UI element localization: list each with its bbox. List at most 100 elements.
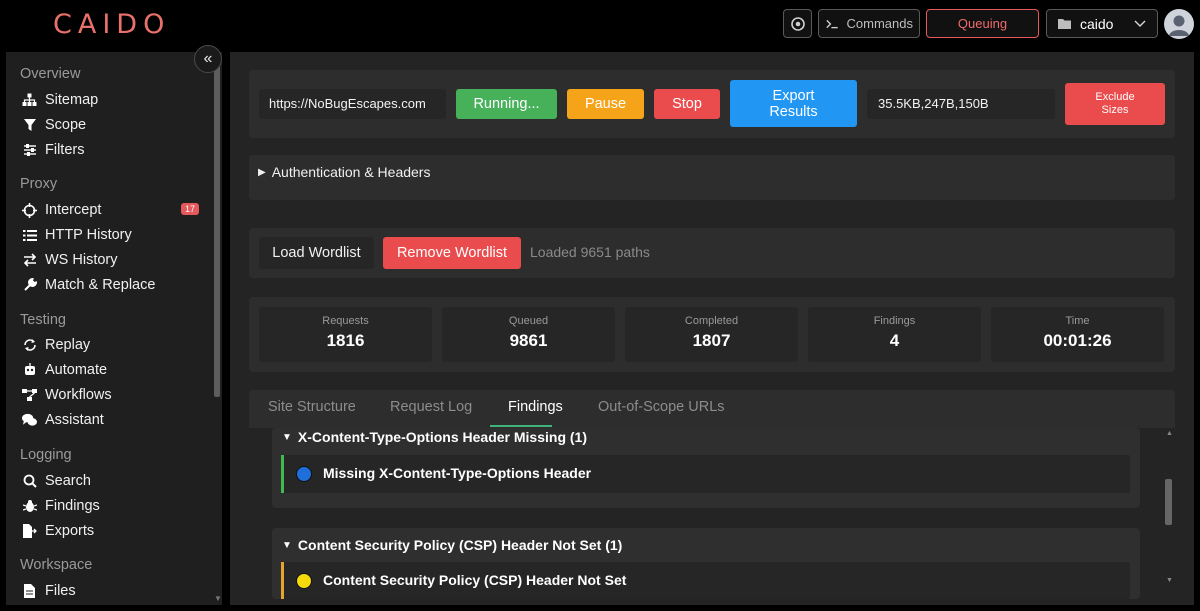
active-tab-indicator xyxy=(490,425,552,427)
section-testing: Testing xyxy=(20,312,66,328)
finding-title: Content Security Policy (CSP) Header Not… xyxy=(323,572,627,588)
sidebar-item-label: Findings xyxy=(45,498,100,514)
sidebar-item-filters[interactable]: Filters xyxy=(22,139,202,161)
stat-completed: Completed 1807 xyxy=(625,307,798,362)
browser-button[interactable] xyxy=(783,9,812,38)
sidebar-item-assistant[interactable]: Assistant xyxy=(22,409,202,431)
robot-icon xyxy=(22,363,37,378)
tab-out-of-scope-urls[interactable]: Out-of-Scope URLs xyxy=(598,399,725,415)
sidebar-item-label: WS History xyxy=(45,252,118,268)
sidebar-scrollbar[interactable] xyxy=(214,62,220,397)
export-results-button[interactable]: Export Results xyxy=(730,80,857,127)
chrome-icon xyxy=(790,16,805,31)
sidebar-item-workflows[interactable]: Workflows xyxy=(22,384,202,406)
running-button[interactable]: Running... xyxy=(456,89,557,119)
wrench-icon xyxy=(22,278,37,293)
queuing-button[interactable]: Queuing xyxy=(926,9,1039,38)
findings-scroll-up-icon[interactable]: ▲ xyxy=(1166,430,1173,437)
search-icon xyxy=(22,474,37,489)
sitemap-icon xyxy=(22,93,37,108)
exclude-sizes-input[interactable]: 35.5KB,247B,150B xyxy=(867,89,1055,119)
stat-label: Time xyxy=(1065,315,1090,327)
stat-queued: Queued 9861 xyxy=(442,307,615,362)
terminal-icon xyxy=(826,19,838,28)
crosshair-icon xyxy=(22,202,37,218)
commands-button[interactable]: Commands xyxy=(818,9,920,38)
sidebar-scroll-down-icon[interactable]: ▼ xyxy=(214,594,222,603)
workflow-icon xyxy=(22,388,37,403)
funnel-icon xyxy=(22,118,37,133)
user-avatar-icon xyxy=(1169,15,1189,36)
stat-label: Queued xyxy=(508,315,549,327)
remove-wordlist-label: Remove Wordlist xyxy=(396,245,508,261)
load-wordlist-button[interactable]: Load Wordlist xyxy=(259,237,374,269)
auth-headers-label: Authentication & Headers xyxy=(271,164,431,180)
finding-item[interactable]: Missing X-Content-Type-Options Header xyxy=(281,455,1130,493)
sidebar-item-label: Assistant xyxy=(45,412,104,428)
finding-group-title: X-Content-Type-Options Header Missing (1… xyxy=(297,429,587,445)
intercept-count-badge: 17 xyxy=(180,203,199,215)
tab-request-log[interactable]: Request Log xyxy=(390,399,472,415)
sidebar-item-http-history[interactable]: HTTP History xyxy=(22,224,202,246)
stat-time: Time 00:01:26 xyxy=(991,307,1164,362)
sidebar-item-label: Workflows xyxy=(45,387,112,403)
sidebar-item-ws-history[interactable]: WS History xyxy=(22,249,202,271)
repeat-icon xyxy=(22,338,37,353)
sidebar-item-scope[interactable]: Scope xyxy=(22,114,202,136)
pause-label: Pause xyxy=(584,96,627,112)
project-name: caido xyxy=(1080,15,1114,32)
file-export-icon xyxy=(22,524,37,539)
finding-group-header[interactable]: ▼ Content Security Policy (CSP) Header N… xyxy=(282,537,622,553)
triangle-right-icon: ▶ xyxy=(258,166,266,178)
chevron-down-icon xyxy=(1134,19,1146,27)
double-chevron-left-icon: « xyxy=(203,50,213,67)
stat-label: Completed xyxy=(684,315,739,327)
sidebar-item-search[interactable]: Search xyxy=(22,470,202,492)
target-url-input[interactable]: https://NoBugEscapes.com xyxy=(259,89,446,119)
collapse-sidebar-button[interactable]: « xyxy=(194,45,222,73)
sidebar-item-match-replace[interactable]: Match & Replace xyxy=(22,274,202,296)
triangle-down-icon: ▼ xyxy=(282,539,292,551)
user-avatar[interactable] xyxy=(1164,9,1194,39)
pause-button[interactable]: Pause xyxy=(567,89,644,119)
finding-status-stripe xyxy=(281,562,284,599)
section-workspace: Workspace xyxy=(20,557,93,573)
sidebar-item-label: Replay xyxy=(45,337,91,353)
bug-icon xyxy=(22,499,37,514)
findings-scrollbar[interactable] xyxy=(1165,479,1172,525)
sidebar-item-label: Filters xyxy=(45,142,85,158)
section-logging: Logging xyxy=(20,447,72,463)
finding-item[interactable]: Content Security Policy (CSP) Header Not… xyxy=(281,562,1130,599)
remove-wordlist-button[interactable]: Remove Wordlist xyxy=(383,237,521,269)
stat-label: Findings xyxy=(873,315,916,327)
export-label: Export Results xyxy=(769,87,818,120)
caido-logo: CAIDO xyxy=(53,9,171,40)
sidebar-item-label: Intercept xyxy=(45,202,102,218)
severity-indicator-icon xyxy=(296,466,312,482)
stat-requests: Requests 1816 xyxy=(259,307,432,362)
findings-scroll-down-icon[interactable]: ▼ xyxy=(1166,577,1173,584)
sidebar-item-intercept[interactable]: Intercept 17 xyxy=(22,199,202,221)
sidebar-item-automate[interactable]: Automate xyxy=(22,359,202,381)
sidebar-item-files[interactable]: Files xyxy=(22,580,202,602)
project-selector[interactable]: caido xyxy=(1046,9,1158,38)
sidebar-item-exports[interactable]: Exports xyxy=(22,520,202,542)
exclude-sizes-button[interactable]: Exclude Sizes xyxy=(1065,83,1165,125)
queuing-label: Queuing xyxy=(957,16,1008,31)
sidebar-item-sitemap[interactable]: Sitemap xyxy=(22,89,202,111)
section-overview: Overview xyxy=(20,66,81,82)
auth-headers-toggle[interactable]: ▶ Authentication & Headers xyxy=(258,164,430,180)
tab-site-structure[interactable]: Site Structure xyxy=(268,399,356,415)
finding-group-header[interactable]: ▼ X-Content-Type-Options Header Missing … xyxy=(282,429,587,445)
stop-button[interactable]: Stop xyxy=(654,89,720,119)
stat-findings: Findings 4 xyxy=(808,307,981,362)
sidebar-item-label: Automate xyxy=(45,362,108,378)
tab-findings[interactable]: Findings xyxy=(508,399,563,415)
sidebar-item-label: Files xyxy=(45,583,76,599)
sidebar-item-findings[interactable]: Findings xyxy=(22,495,202,517)
sidebar-item-replay[interactable]: Replay xyxy=(22,334,202,356)
sidebar-item-label: Sitemap xyxy=(45,92,99,108)
exclude-label: Exclude Sizes xyxy=(1095,91,1135,116)
stat-value: 4 xyxy=(889,331,900,350)
sliders-icon xyxy=(22,143,37,158)
